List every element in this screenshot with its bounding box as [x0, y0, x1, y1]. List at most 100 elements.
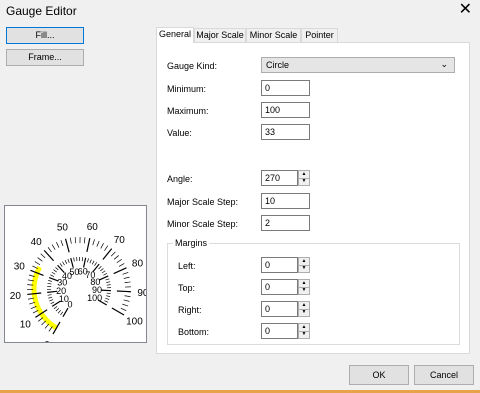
- value-label: Value:: [167, 128, 192, 138]
- spin-down-icon[interactable]: ▼: [299, 309, 309, 316]
- outer-scale-minor-tick: [120, 307, 127, 311]
- outer-scale-tick-label: 40: [31, 237, 43, 248]
- frame-button[interactable]: Frame...: [6, 49, 84, 66]
- outer-scale-minor-tick: [48, 326, 53, 332]
- outer-scale-major-tick: [116, 290, 131, 293]
- inner-scale-minor-tick: [55, 267, 59, 271]
- outer-scale-major-tick: [43, 249, 55, 262]
- inner-scale-minor-tick: [106, 281, 111, 283]
- margin-left-label: Left:: [178, 261, 196, 271]
- inner-scale-minor-tick: [48, 296, 53, 299]
- inner-scale-minor-tick: [89, 259, 92, 264]
- outer-scale-tick-label: 60: [87, 222, 99, 233]
- maximum-field[interactable]: 100: [261, 102, 310, 118]
- outer-scale-minor-tick: [122, 272, 129, 275]
- inner-scale-minor-tick: [57, 309, 61, 314]
- outer-scale-minor-tick: [51, 244, 56, 250]
- tab-pointer[interactable]: Pointer: [301, 28, 338, 42]
- outer-scale-major-tick: [113, 267, 127, 275]
- margin-left-spinner[interactable]: ▲ ▼: [298, 257, 310, 273]
- outer-scale-tick-label: 0: [44, 340, 50, 342]
- outer-scale-minor-tick: [92, 239, 95, 246]
- gauge-preview: 0102030405060708090100010203040506070809…: [4, 205, 149, 351]
- spin-down-icon[interactable]: ▼: [299, 331, 309, 338]
- inner-scale-minor-tick: [48, 280, 53, 282]
- inner-scale-minor-tick: [100, 268, 104, 272]
- inner-scale-minor-tick: [50, 274, 55, 277]
- close-icon[interactable]: ✕: [459, 2, 472, 18]
- inner-scale-minor-tick: [104, 300, 109, 303]
- inner-scale-minor-tick: [106, 292, 111, 295]
- inner-scale-minor-tick: [106, 284, 111, 286]
- margin-top-field[interactable]: 0: [261, 279, 298, 295]
- margin-top-label: Top:: [178, 283, 196, 293]
- outer-scale-tick-label: 30: [14, 262, 26, 273]
- outer-scale-tick-label: 90: [137, 288, 146, 299]
- inner-scale-minor-tick: [53, 306, 58, 310]
- tab-major-scale[interactable]: Major Scale: [194, 28, 246, 42]
- minimum-label: Minimum:: [167, 84, 207, 94]
- inner-scale-minor-tick: [87, 258, 89, 263]
- inner-scale-minor-tick: [101, 270, 106, 274]
- fill-button[interactable]: Fill...: [6, 27, 84, 44]
- spin-down-icon[interactable]: ▼: [299, 265, 309, 272]
- gauge-kind-select[interactable]: Circle ⌄: [261, 57, 455, 73]
- minor-scale-step-field[interactable]: 2: [261, 215, 310, 231]
- value-field[interactable]: 33: [261, 124, 310, 140]
- outer-scale-major-tick: [86, 238, 91, 252]
- inner-scale-major-tick: [100, 289, 111, 292]
- outer-scale-tick-label: 20: [10, 291, 22, 302]
- margin-top-spinner[interactable]: ▲ ▼: [298, 279, 310, 295]
- outer-scale-minor-tick: [38, 317, 44, 322]
- margin-right-label: Right:: [178, 305, 202, 315]
- outer-scale-minor-tick: [124, 295, 131, 297]
- outer-scale-minor-tick: [96, 240, 100, 247]
- outer-scale-minor-tick: [122, 303, 129, 307]
- window-title: Gauge Editor: [6, 4, 77, 18]
- outer-scale-minor-tick: [113, 255, 119, 260]
- outer-scale-minor-tick: [104, 245, 109, 251]
- outer-scale-tick-label: 10: [20, 319, 32, 330]
- outer-scale-minor-tick: [44, 323, 50, 329]
- outer-scale-minor-tick: [118, 263, 125, 267]
- outer-scale-minor-tick: [123, 299, 130, 302]
- inner-scale-minor-tick: [91, 260, 95, 265]
- inner-scale-minor-tick: [67, 258, 70, 263]
- margins-group: [167, 243, 460, 345]
- margins-group-title: Margins: [173, 238, 210, 248]
- outer-scale-tick-label: 80: [132, 258, 144, 269]
- spin-down-icon[interactable]: ▼: [299, 178, 309, 185]
- cancel-button[interactable]: Cancel: [414, 365, 474, 385]
- gauge-kind-value: Circle: [266, 60, 290, 70]
- margin-bottom-field[interactable]: 0: [261, 323, 298, 339]
- inner-scale-minor-tick: [55, 308, 60, 312]
- inner-scale-minor-tick: [105, 297, 110, 300]
- outer-scale-major-tick: [64, 238, 70, 253]
- tab-general[interactable]: General: [156, 27, 194, 43]
- angle-field[interactable]: 270: [261, 170, 298, 186]
- outer-scale-major-tick: [27, 292, 42, 296]
- outer-scale-minor-tick: [124, 281, 131, 284]
- angle-label: Angle:: [167, 174, 193, 184]
- tab-minor-scale[interactable]: Minor Scale: [246, 28, 301, 42]
- outer-scale-minor-tick: [100, 243, 104, 249]
- chevron-down-icon: ⌄: [440, 59, 448, 69]
- ok-button[interactable]: OK: [349, 365, 409, 385]
- outer-scale-minor-tick: [83, 237, 86, 244]
- outer-scale-tick-label: 70: [114, 235, 126, 246]
- gauge-canvas: 0102030405060708090100010203040506070809…: [10, 222, 149, 351]
- inner-scale-minor-tick: [60, 311, 64, 316]
- outer-scale-minor-tick: [40, 253, 46, 259]
- margin-right-spinner[interactable]: ▲ ▼: [298, 301, 310, 317]
- inner-scale-minor-tick: [64, 260, 68, 264]
- inner-scale-minor-tick: [47, 294, 52, 296]
- maximum-label: Maximum:: [167, 106, 209, 116]
- spin-down-icon[interactable]: ▼: [299, 287, 309, 294]
- angle-spinner[interactable]: ▲ ▼: [298, 170, 310, 186]
- margin-left-field[interactable]: 0: [261, 257, 298, 273]
- inner-scale-minor-tick: [105, 278, 110, 281]
- minimum-field[interactable]: 0: [261, 80, 310, 96]
- margin-bottom-spinner[interactable]: ▲ ▼: [298, 323, 310, 339]
- major-scale-step-field[interactable]: 10: [261, 193, 310, 209]
- margin-right-field[interactable]: 0: [261, 301, 298, 317]
